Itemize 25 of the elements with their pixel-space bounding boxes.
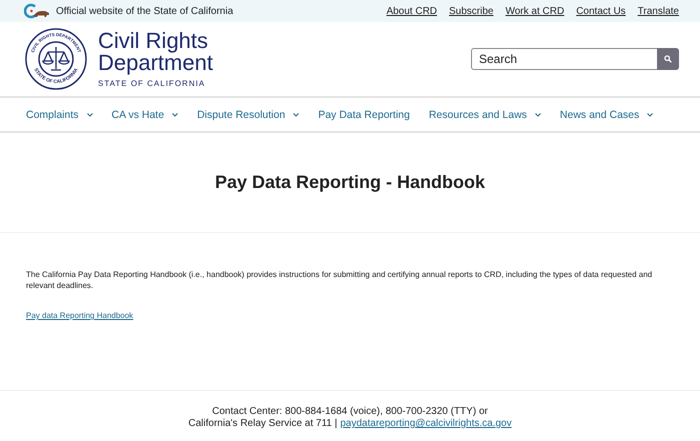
contact-text: Contact Center: 800-884-1684 (voice), 800-700-2320 (TTY) or <box>212 406 488 418</box>
top-link[interactable]: Subscribe <box>449 6 494 16</box>
nav-item[interactable]: Resources and Laws <box>428 108 541 120</box>
nav-item[interactable]: Dispute Resolution <box>197 108 300 120</box>
nav-item[interactable]: Complaints <box>26 108 93 120</box>
search-field[interactable]: Search <box>471 48 657 70</box>
department-title: Civil Rights <box>98 30 210 52</box>
page-title: Pay Data Reporting - Handbook <box>214 172 486 193</box>
ca-logo-icon <box>24 3 50 19</box>
nav-item[interactable]: CA vs Hate <box>112 108 178 120</box>
nav-item[interactable]: News and Cases <box>560 108 654 120</box>
contact-text: California's Relay Service at 711 | <box>188 418 338 430</box>
official-website-text: Official website of the State of California <box>56 6 234 16</box>
search-button[interactable] <box>657 48 679 70</box>
department-title: Department <box>98 52 213 74</box>
top-link[interactable]: Contact Us <box>576 6 626 16</box>
top-link[interactable]: About CRD <box>386 6 438 16</box>
search-icon <box>664 55 672 63</box>
handbook-link[interactable]: Pay data Reporting Handbook <box>26 311 134 320</box>
top-link[interactable]: Work at CRD <box>505 6 564 16</box>
top-link[interactable]: Translate <box>638 6 679 16</box>
state-subtitle: STATE OF CALIFORNIA <box>98 79 206 88</box>
email-link[interactable]: paydatareporting@calcivilrights.ca.gov <box>340 418 512 430</box>
intro-paragraph: The California Pay Data Reporting Handbook (i.e., handbook) provides instructions for submitting and certifying annual reports to CRD, including the types of data requested and relevant deadlines. <box>26 269 654 291</box>
nav-item[interactable]: Pay Data Reporting <box>318 108 410 120</box>
